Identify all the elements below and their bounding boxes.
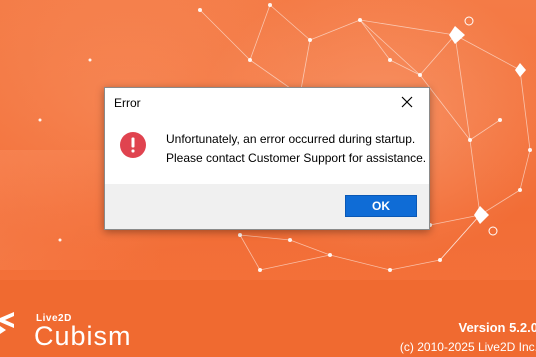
dialog-body: Unfortunately, an error occurred during … <box>105 116 429 185</box>
close-icon <box>401 96 413 108</box>
dialog-title: Error <box>114 96 141 110</box>
brand-cubism: Cubism <box>34 321 132 351</box>
error-message-line1: Unfortunately, an error occurred during … <box>166 132 416 146</box>
copyright-label: (c) 2010-2025 Live2D Inc. <box>399 340 536 354</box>
dialog-footer: OK <box>105 184 429 229</box>
ok-button[interactable]: OK <box>345 195 417 217</box>
close-button[interactable] <box>385 88 429 116</box>
error-message-line2: Please contact Customer Support for assi… <box>166 151 427 165</box>
version-label: Version 5.2.0 <box>458 320 536 335</box>
error-icon <box>120 132 146 158</box>
dialog-titlebar[interactable]: Error <box>105 88 429 116</box>
error-dialog: Error Unfortunately, an error occurred d… <box>104 87 430 230</box>
